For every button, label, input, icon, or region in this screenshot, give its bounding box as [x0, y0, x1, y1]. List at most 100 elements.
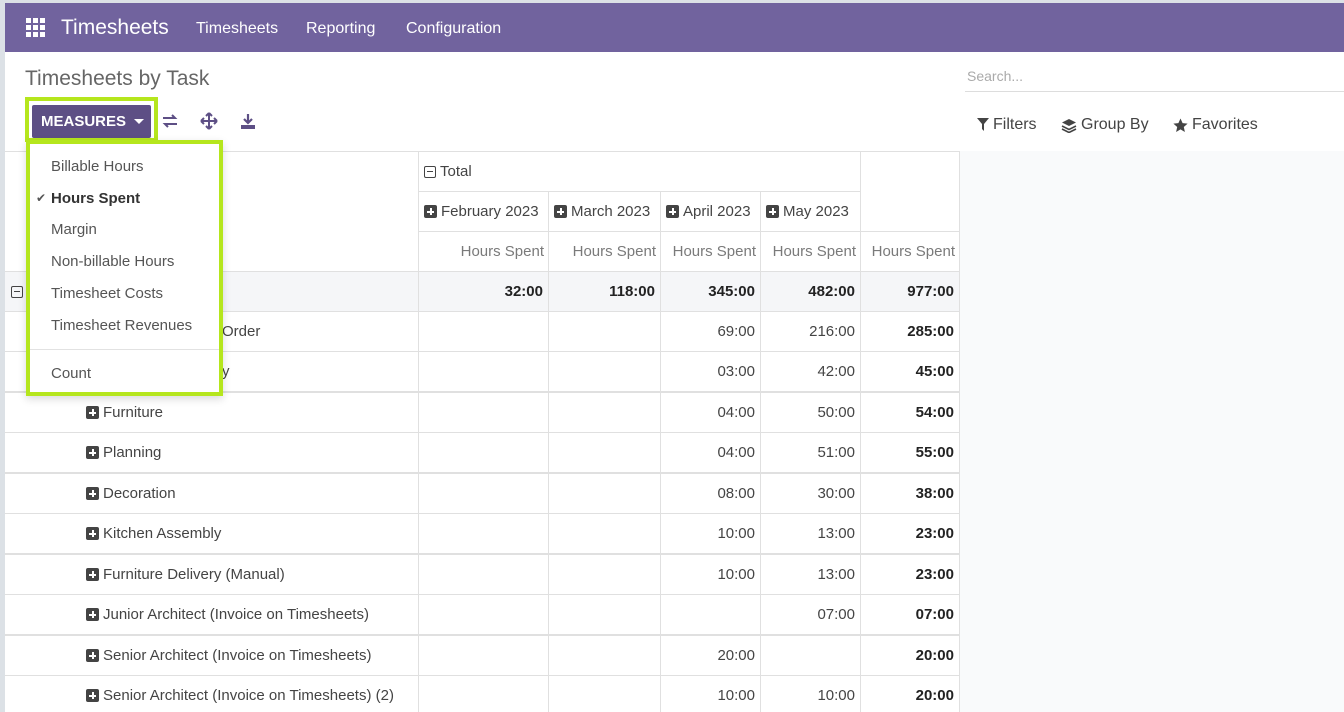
row-total-cell: 07:00 — [860, 594, 960, 635]
total-cell: 118:00 — [548, 271, 661, 312]
data-cell: 50:00 — [760, 392, 861, 433]
measure-count[interactable]: Count — [51, 365, 91, 382]
search-input[interactable]: Search... — [965, 65, 1344, 92]
measure-header[interactable]: Hours Spent — [418, 231, 549, 272]
month-header-feb[interactable]: February 2023 — [418, 191, 549, 232]
data-cell — [548, 554, 661, 595]
data-cell — [418, 392, 549, 433]
pivot-row-header[interactable]: Kitchen Assembly — [5, 513, 419, 554]
row-label: Furniture Delivery (Manual) — [103, 566, 285, 583]
measure-header[interactable]: Hours Spent — [548, 231, 661, 272]
measures-highlight: MEASURES — [25, 97, 158, 142]
pivot-row-header[interactable]: Senior Architect (Invoice on Timesheets) — [5, 635, 419, 676]
measure-header[interactable]: Hours Spent — [660, 231, 761, 272]
app-title[interactable]: Timesheets — [61, 16, 169, 40]
row-total-cell: 23:00 — [860, 554, 960, 595]
measure-header[interactable]: Hours Spent — [760, 231, 861, 272]
month-header-mar[interactable]: March 2023 — [548, 191, 661, 232]
content-background — [959, 151, 1344, 712]
data-cell: 08:00 — [660, 473, 761, 514]
total-cell: 345:00 — [660, 271, 761, 312]
data-cell: 10:00 — [660, 554, 761, 595]
apps-icon[interactable] — [26, 18, 45, 37]
measure-header[interactable]: Hours Spent — [860, 231, 960, 272]
data-cell — [548, 594, 661, 635]
menu-reporting[interactable]: Reporting — [306, 20, 375, 38]
data-cell — [548, 675, 661, 712]
row-total-cell: 23:00 — [860, 513, 960, 554]
row-label: Decoration — [103, 485, 176, 502]
row-label: Junior Architect (Invoice on Timesheets) — [103, 606, 369, 623]
data-cell: 30:00 — [760, 473, 861, 514]
data-cell: 13:00 — [760, 554, 861, 595]
plus-square-icon — [554, 205, 567, 218]
caret-down-icon — [134, 119, 145, 124]
row-label: Kitchen Assembly — [103, 525, 222, 542]
month-label: February 2023 — [441, 203, 539, 220]
month-header-may[interactable]: May 2023 — [760, 191, 861, 232]
group-by-button[interactable]: Group By — [1061, 116, 1149, 134]
measure-margin[interactable]: Margin — [51, 221, 97, 238]
grand-total-cell: 977:00 — [860, 271, 960, 312]
month-header-apr[interactable]: April 2023 — [660, 191, 761, 232]
pivot-row-header[interactable]: Senior Architect (Invoice on Timesheets)… — [5, 675, 419, 712]
pivot-row-header[interactable]: Decoration — [5, 473, 419, 514]
plus-square-icon — [424, 205, 437, 218]
row-total-cell: 20:00 — [860, 635, 960, 676]
data-cell: 51:00 — [760, 432, 861, 473]
favorites-button[interactable]: Favorites — [1173, 116, 1258, 134]
measure-timesheet-costs[interactable]: Timesheet Costs — [51, 285, 163, 302]
data-cell — [418, 473, 549, 514]
data-cell: 216:00 — [760, 311, 861, 352]
plus-square-icon — [86, 406, 99, 419]
page-title: Timesheets by Task — [25, 67, 210, 90]
menu-timesheets[interactable]: Timesheets — [196, 20, 278, 38]
total-cell: 482:00 — [760, 271, 861, 312]
filters-label: Filters — [993, 116, 1037, 133]
pivot-row-header[interactable]: Planning — [5, 432, 419, 473]
app-frame: Timesheets Timesheets Reporting Configur… — [5, 3, 1344, 712]
data-cell: 07:00 — [760, 594, 861, 635]
check-icon: ✔ — [36, 191, 47, 205]
plus-square-icon — [86, 689, 99, 702]
data-cell — [418, 594, 549, 635]
plus-square-icon — [86, 527, 99, 540]
measure-hours-spent[interactable]: ✔ Hours Spent — [36, 190, 140, 207]
data-cell — [548, 513, 661, 554]
flip-axis-icon[interactable] — [160, 111, 180, 131]
measure-non-billable-hours[interactable]: Non-billable Hours — [51, 253, 174, 270]
data-cell: 10:00 — [660, 513, 761, 554]
row-total-cell: 20:00 — [860, 675, 960, 712]
pivot-total-col-header — [860, 151, 960, 232]
total-cell: 32:00 — [418, 271, 549, 312]
row-label: Order — [222, 323, 261, 340]
plus-square-icon — [766, 205, 779, 218]
data-cell: 69:00 — [660, 311, 761, 352]
menu-configuration[interactable]: Configuration — [406, 20, 501, 38]
filters-button[interactable]: Filters — [977, 116, 1037, 134]
data-cell: 20:00 — [660, 635, 761, 676]
measure-billable-hours[interactable]: Billable Hours — [51, 158, 144, 175]
group-by-label: Group By — [1081, 116, 1149, 133]
row-label: Furniture — [103, 404, 164, 421]
month-label: May 2023 — [783, 203, 849, 220]
data-cell: 03:00 — [660, 351, 761, 392]
top-navbar: Timesheets Timesheets Reporting Configur… — [5, 3, 1344, 52]
measure-timesheet-revenues[interactable]: Timesheet Revenues — [51, 317, 192, 334]
expand-all-icon[interactable] — [199, 111, 219, 131]
data-cell: 42:00 — [760, 351, 861, 392]
pivot-row-header[interactable]: Junior Architect (Invoice on Timesheets) — [5, 594, 419, 635]
pivot-row-header[interactable]: Furniture — [5, 392, 419, 433]
star-icon — [1173, 118, 1188, 132]
pivot-col-total-header[interactable]: Total — [418, 151, 861, 192]
plus-square-icon — [86, 487, 99, 500]
data-cell — [548, 635, 661, 676]
download-icon[interactable] — [238, 111, 258, 131]
data-cell — [418, 311, 549, 352]
month-label: April 2023 — [683, 203, 751, 220]
pivot-row-header[interactable]: Furniture Delivery (Manual) — [5, 554, 419, 595]
data-cell — [418, 432, 549, 473]
col-total-label: Total — [440, 163, 472, 180]
data-cell — [418, 554, 549, 595]
measures-button[interactable]: MEASURES — [32, 105, 151, 138]
